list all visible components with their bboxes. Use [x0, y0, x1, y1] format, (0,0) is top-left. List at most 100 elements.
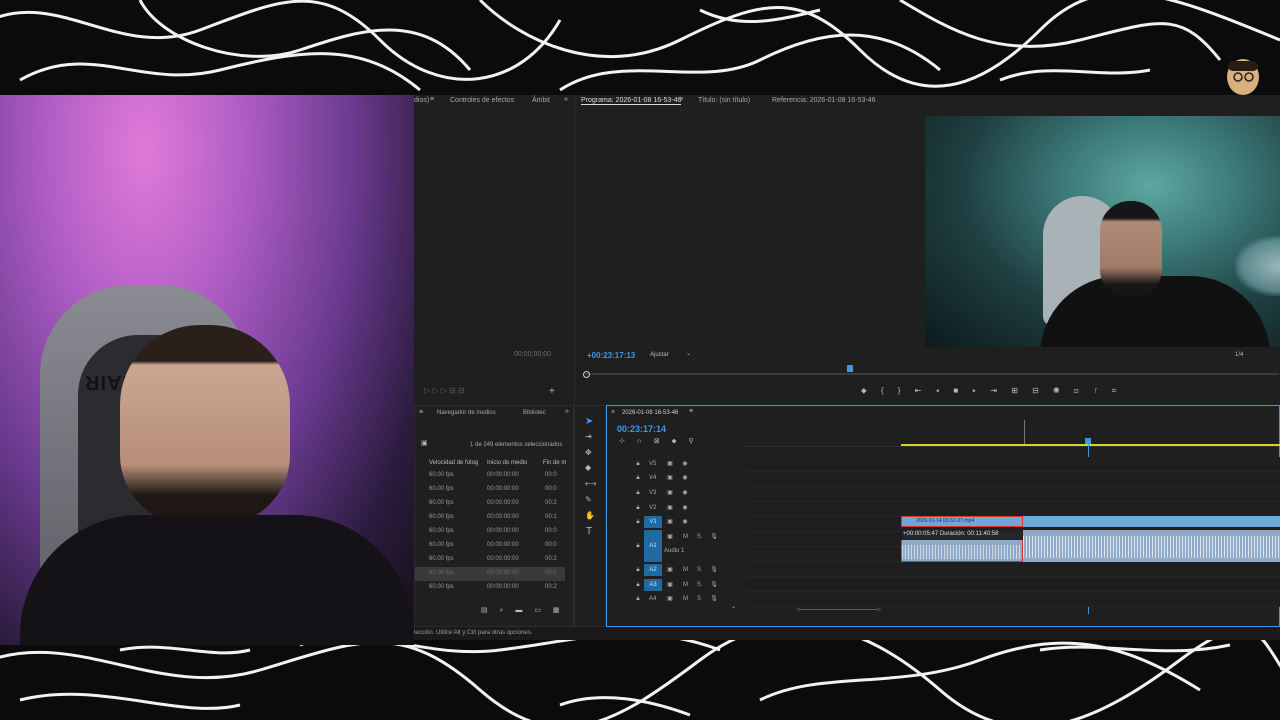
lock-icon: 🔒︎ — [636, 475, 640, 481]
hand-icon[interactable]: ✋ — [585, 511, 595, 520]
video-track-v3[interactable]: 🔒︎ V3 ▣ ◉ — [607, 486, 745, 500]
column-media-start[interactable]: Inicio de medio — [487, 460, 527, 466]
audio-track-a1[interactable]: 🔒︎ A1 ▣ M S 🎙︎ Audio 1 — [607, 530, 745, 562]
page-indicator: 1/4 — [1235, 352, 1244, 358]
more-tabs-icon[interactable]: » — [564, 96, 568, 103]
timeline-timecode[interactable]: 00:23:17:14 — [617, 424, 666, 434]
menu-icon[interactable]: ≡ — [430, 96, 434, 103]
mic-icon: 🎙︎ — [710, 596, 718, 602]
video-track-v4[interactable]: 🔒︎ V4 ▣ ◉ — [607, 471, 745, 485]
fit-chevron-icon[interactable]: ⌄ — [686, 350, 691, 357]
table-row[interactable]: 60.00 fps 00:00:00:00 00:0 — [429, 539, 569, 553]
track-target: A3 — [644, 579, 662, 591]
film-icon: ▣ — [667, 490, 673, 496]
add-icon[interactable]: + — [549, 386, 555, 397]
project-footer-icons[interactable]: ▤ ⌕ ▬ ▭ ▦ — [481, 606, 565, 615]
pen-icon[interactable]: ✎ — [585, 495, 592, 504]
table-row[interactable]: 60.00 fps 00:00:00:00 00:0 — [429, 525, 569, 539]
selection-tool-icon[interactable]: ➤ — [585, 416, 593, 427]
table-row[interactable]: 60.00 fps 00:00:00:00 00:1 — [429, 511, 569, 525]
mic-icon: 🎙︎ — [710, 582, 718, 588]
eye-icon: ◉ — [682, 519, 688, 525]
video-clip[interactable] — [1023, 516, 1280, 527]
lock-icon: 🔒︎ — [636, 490, 640, 496]
sequence-menu-icon[interactable]: ≡ — [689, 408, 693, 415]
project-menu-icon[interactable]: ≡ — [419, 409, 423, 416]
tab-reference[interactable]: Referencia: 2026-01-08 16-53-46 — [772, 97, 876, 104]
scrub-start-handle[interactable] — [583, 371, 590, 378]
source-play-controls[interactable]: ▷ ▷ ▷ ⊟ ⊟ — [424, 386, 465, 395]
timeline-tool-icons[interactable]: ⊹ ∩ ⊠ ⬥ ⚲ — [619, 437, 699, 446]
video-track-v1[interactable]: 🔒︎ V1 ▣ ◉ — [607, 515, 745, 529]
eye-icon: ◉ — [682, 461, 688, 467]
track-target: A2 — [644, 564, 662, 576]
webcam-feed: RIAIR — [0, 95, 414, 645]
waveform — [902, 545, 1022, 559]
track-select-icon[interactable]: ⇥ — [585, 432, 592, 441]
lock-icon: 🔒︎ — [636, 567, 640, 573]
solo-button: S — [697, 582, 702, 588]
audio-clip[interactable] — [1023, 530, 1280, 562]
tab-ambit[interactable]: Ámbit — [532, 97, 550, 104]
video-light — [1235, 236, 1280, 296]
video-track-v2[interactable]: 🔒︎ V2 ▣ ◉ — [607, 501, 745, 515]
person-head — [120, 325, 290, 525]
program-menu-icon[interactable]: ≡ — [679, 96, 683, 103]
project-more-icon[interactable]: » — [565, 408, 569, 415]
audio-track-a3[interactable]: 🔒︎ A3 ▣ M S 🎙︎ — [607, 578, 745, 592]
track-name: V3 — [649, 490, 657, 496]
table-row[interactable]: 60.00 fps 00:00:00:00 00:2 — [429, 497, 569, 511]
table-row[interactable]: 60.00 fps 00:00:00:00 00:2 — [429, 581, 569, 595]
audio-track-name: Audio 1 — [664, 548, 685, 554]
type-tool-icon[interactable]: T — [586, 526, 592, 537]
timeline-collapse-icon[interactable]: ⌄ — [731, 603, 736, 610]
mute-button: M — [683, 582, 688, 588]
track-name: A4 — [649, 596, 657, 602]
tab-effect-controls[interactable]: Controles de efectos — [450, 97, 514, 104]
folder-icon[interactable]: ▣ — [421, 439, 428, 447]
fit-dropdown[interactable]: Ajustar — [650, 352, 669, 358]
in-marker-line — [1024, 420, 1025, 444]
film-icon: ▣ — [667, 567, 673, 573]
razor-icon[interactable]: ◆ — [585, 463, 591, 472]
program-transport-controls[interactable]: ⬥ { } ⇤ ◂ ■ ▸ ⇥ ⊞ ⊟ ◉ ⊡ ⌈ ⌗ — [861, 386, 1122, 396]
video-clip-selected[interactable]: 2026-01-14 03-52-37.mp4 — [901, 516, 1023, 527]
track-target: V1 — [644, 516, 662, 528]
solo-button: S — [697, 596, 702, 602]
status-bar: lección. Utilice Alt y Ctrl para otras o… — [414, 627, 1280, 640]
timeline-zoom-scrollbar[interactable]: ○──────────────────○ — [797, 607, 881, 613]
source-timecode: 00;00;00;00 — [514, 351, 551, 358]
track-name: V4 — [649, 475, 657, 481]
table-row-selected[interactable]: 60.00 fps 00:00:00:00 00:0 — [415, 567, 565, 581]
ripple-edit-icon[interactable]: ✥ — [585, 448, 592, 457]
film-icon: ▣ — [667, 475, 673, 481]
mute-button: M — [683, 596, 688, 602]
tab-program[interactable]: Programa: 2026-01-08 16-53-46 — [581, 97, 682, 105]
slip-icon[interactable]: ⟷ — [585, 479, 596, 488]
column-frame-rate[interactable]: Velocidad de fotog — [429, 460, 478, 466]
program-timecode[interactable]: +00:23:17:13 — [587, 351, 635, 360]
clip-name: 2026-01-14 03-52-37.mp4 — [916, 518, 975, 524]
audio-track-a2[interactable]: 🔒︎ A2 ▣ M S 🎙︎ — [607, 563, 745, 577]
film-icon: ▣ — [667, 505, 673, 511]
solo-button: S — [697, 534, 702, 540]
tab-sequence[interactable]: 2026-01-08 16-53-46 — [622, 410, 678, 416]
audio-track-a4[interactable]: 🔒︎ A4 ▣ M S 🎙︎ — [607, 592, 745, 606]
film-icon: ▣ — [667, 461, 673, 467]
program-playhead[interactable] — [847, 365, 853, 372]
program-scrub-bar[interactable] — [585, 373, 1279, 375]
column-media-end[interactable]: Fin de m — [543, 460, 566, 466]
tab-libraries[interactable]: Bibliotec — [523, 410, 546, 416]
solo-button: S — [697, 567, 702, 573]
table-row[interactable]: 60.00 fps 00:00:00:00 00:2 — [429, 553, 569, 567]
work-area-bar[interactable] — [901, 444, 1280, 446]
tab-source[interactable]: dios) — [414, 97, 429, 104]
video-track-v5[interactable]: 🔒︎ V5 ▣ ◉ — [607, 457, 745, 471]
close-tab-icon[interactable]: × — [611, 409, 615, 416]
tab-media-browser[interactable]: Navegador de medios — [437, 410, 496, 416]
table-row[interactable]: 60.00 fps 00:00:00:00 00:0 — [429, 469, 569, 483]
table-row[interactable]: 60.00 fps 00:00:00:00 00:0 — [429, 483, 569, 497]
source-panel: dios) ≡ Controles de efectos Ámbit » 00;… — [414, 95, 574, 405]
tab-title[interactable]: Título: (sin título) — [698, 97, 750, 104]
film-icon: ▣ — [667, 534, 673, 540]
